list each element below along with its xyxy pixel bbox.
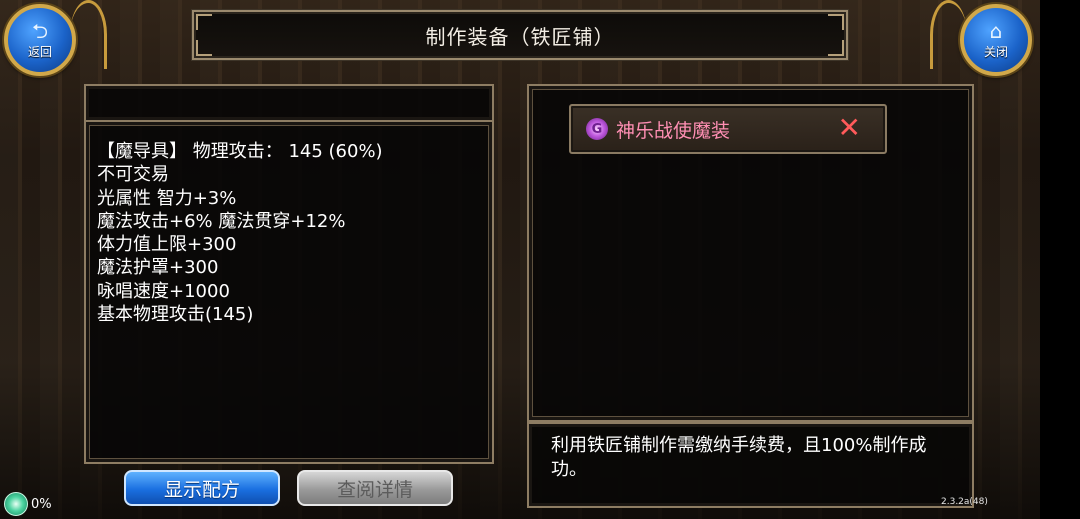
close-icon[interactable]: ✕ — [838, 113, 861, 143]
gem-icon: G — [586, 118, 608, 140]
stat-line: 魔法攻击+6% 魔法贯穿+12% — [97, 210, 346, 232]
item-stats-list: 【魔导具】 物理攻击： 145 (60%) 不可交易 光属性 智力+3% 魔法攻… — [97, 140, 383, 326]
stat-line: 基本物理攻击(145) — [97, 304, 254, 326]
view-details-button[interactable]: 查阅详情 — [297, 470, 453, 506]
stat-line: 光属性 智力+3% — [97, 187, 237, 209]
title-corner-ornament — [196, 40, 212, 56]
fee-notice-panel: 利用铁匠铺制作需缴纳手续费，且100%制作成功。 — [527, 422, 974, 508]
stat-line: 【魔导具】 物理攻击： 145 (60%) — [97, 141, 383, 162]
back-arrow-icon: ⮌ — [31, 18, 49, 43]
screen-edge-bar — [1040, 0, 1080, 519]
status-percent: 0% — [31, 496, 52, 512]
stat-line: 体力值上限+300 — [97, 234, 237, 256]
home-icon: ⌂ — [989, 18, 1003, 43]
close-window-button[interactable]: ⌂ 关闭 — [960, 4, 1032, 76]
status-indicator: 0% — [4, 492, 52, 516]
show-recipe-button[interactable]: 显示配方 — [124, 470, 280, 506]
back-button[interactable]: ⮌ 返回 — [4, 4, 76, 76]
selected-item-tag[interactable]: G 神乐战使魔装 ✕ — [569, 104, 887, 154]
version-label: 2.3.2a(48) — [941, 497, 988, 507]
stat-line: 不可交易 — [97, 164, 169, 186]
title-corner-ornament — [828, 40, 844, 56]
title-bar: 制作装备（铁匠铺） — [192, 10, 848, 60]
page-title: 制作装备（铁匠铺） — [425, 24, 615, 49]
stat-line: 魔法护罩+300 — [97, 257, 219, 279]
stat-line: 咏唱速度+1000 — [97, 280, 230, 302]
status-icon — [4, 492, 28, 516]
title-corner-ornament — [828, 14, 844, 30]
selected-item-name: 神乐战使魔装 — [616, 119, 731, 142]
fee-notice-text: 利用铁匠铺制作需缴纳手续费，且100%制作成功。 — [551, 435, 927, 480]
close-button-label: 关闭 — [983, 44, 1008, 59]
back-button-label: 返回 — [27, 44, 52, 59]
title-corner-ornament — [196, 14, 212, 30]
item-name-header — [84, 84, 494, 122]
